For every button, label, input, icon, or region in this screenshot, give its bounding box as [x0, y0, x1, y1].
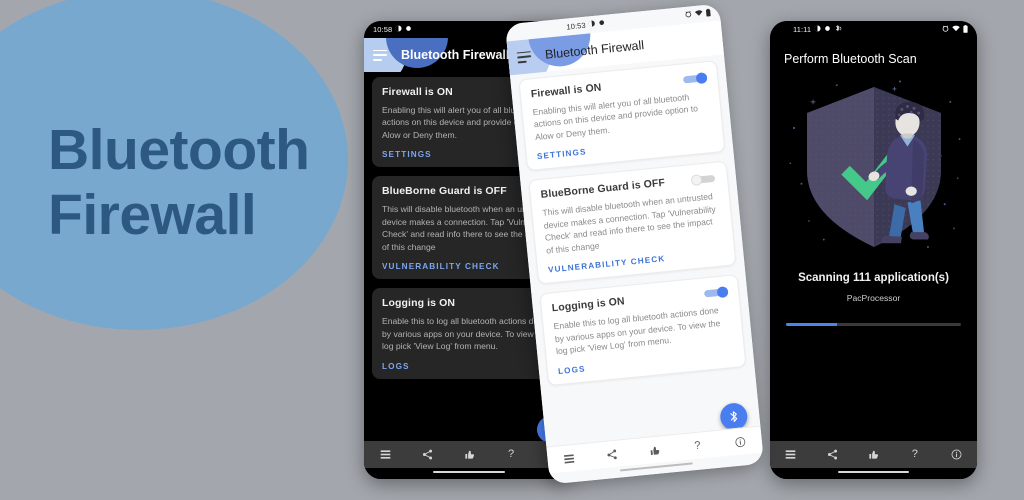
- phone-1-gesture-bar: [364, 467, 574, 477]
- thumbs-up-icon[interactable]: [644, 439, 666, 461]
- logging-card-title: Logging is ON: [382, 297, 456, 310]
- blueborne-guard-card-title: BlueBorne Guard is OFF: [382, 185, 507, 198]
- firewall-card-title: Firewall is ON: [382, 86, 453, 98]
- page-title: Perform Bluetooth Scan: [784, 52, 917, 66]
- do-not-disturb-icon: [814, 25, 821, 34]
- do-not-disturb-icon: [395, 25, 402, 34]
- dot-icon: [824, 25, 831, 34]
- list-icon[interactable]: [781, 445, 801, 465]
- battery-icon: [963, 24, 968, 35]
- dot-icon: [405, 25, 412, 34]
- blueborne-guard-card-body: This will disable bluetooth when an untr…: [542, 191, 717, 256]
- help-question-icon[interactable]: ?: [687, 435, 709, 457]
- phone-3-bottom-nav: ?: [770, 441, 977, 468]
- bluetooth-icon: [730, 411, 738, 423]
- wifi-icon: [694, 10, 703, 19]
- share-icon[interactable]: [822, 445, 842, 465]
- dot-icon: [598, 19, 606, 28]
- battery-icon: [705, 8, 711, 18]
- promo-screenshot-canvas: Bluetooth Firewall 10:58 Bluetooth Firew…: [0, 0, 1024, 500]
- blueborne-guard-toggle-switch[interactable]: [690, 173, 718, 187]
- phone-2-screen: 10:53 Bluetooth Firewall Firewall is ON …: [504, 3, 765, 485]
- logging-card-body: Enable this to log all bluetooth actions…: [382, 316, 549, 352]
- help-question-icon[interactable]: ?: [905, 445, 925, 465]
- firewall-card-title: Firewall is ON: [530, 81, 602, 101]
- list-icon[interactable]: [375, 445, 395, 465]
- scan-current-item: PacProcessor: [846, 293, 901, 303]
- alarm-icon: [942, 25, 949, 34]
- wifi-icon: [952, 25, 960, 34]
- do-not-disturb-icon: [588, 20, 596, 29]
- promo-headline: Bluetooth Firewall: [48, 118, 348, 248]
- phone-1-bottom-nav: ?: [364, 441, 574, 468]
- info-icon[interactable]: [946, 445, 966, 465]
- info-icon[interactable]: [729, 431, 751, 453]
- phone-mockup-3: 11:11 Perform Bluetooth Scan Scanning 11…: [770, 21, 977, 479]
- phone-2-card-list: Firewall is ON Enabling this will alert …: [510, 54, 754, 386]
- phone-3-gesture-bar: [770, 467, 977, 477]
- firewall-toggle-switch[interactable]: [681, 71, 708, 85]
- help-question-icon[interactable]: ?: [501, 445, 521, 465]
- app-bar-title: Bluetooth Firewall: [544, 38, 645, 62]
- status-bar-time: 10:53: [566, 20, 587, 32]
- share-icon[interactable]: [417, 445, 437, 465]
- scan-progress-bar: [786, 323, 961, 326]
- logs-link[interactable]: LOGS: [382, 362, 556, 371]
- phone-mockup-2: 10:53 Bluetooth Firewall Firewall is ON …: [504, 3, 765, 485]
- scan-progress-fill: [786, 323, 837, 326]
- thumbs-up-icon[interactable]: [863, 445, 883, 465]
- phone-mockup-2-wrapper: 10:53 Bluetooth Firewall Firewall is ON …: [504, 3, 765, 485]
- hamburger-menu-icon[interactable]: [373, 49, 387, 61]
- shield-checkmark-person-illustration: [781, 72, 967, 262]
- logging-toggle-switch[interactable]: [702, 285, 729, 299]
- logging-card[interactable]: Logging is ON Enable this to log all blu…: [539, 274, 747, 386]
- scan-status-text: Scanning 111 application(s): [798, 272, 949, 284]
- hamburger-menu-icon[interactable]: [516, 50, 532, 64]
- promo-headline-line-2: Firewall: [48, 182, 257, 247]
- promo-headline-line-1: Bluetooth: [48, 118, 310, 182]
- phone-3-status-bar: 11:11: [770, 21, 977, 38]
- app-bar-title: Bluetooth Firewall: [401, 48, 510, 62]
- firewall-card[interactable]: Firewall is ON Enabling this will alert …: [518, 60, 726, 172]
- alarm-icon: [685, 11, 693, 20]
- thumbs-up-icon[interactable]: [459, 445, 479, 465]
- bluetooth-audio-icon: [834, 25, 842, 34]
- status-bar-time: 10:58: [373, 25, 393, 34]
- status-bar-time: 11:11: [793, 25, 812, 34]
- phone-3-screen: 11:11 Perform Bluetooth Scan Scanning 11…: [770, 21, 977, 479]
- list-icon[interactable]: [558, 447, 580, 469]
- share-icon[interactable]: [601, 443, 623, 465]
- logging-card-title: Logging is ON: [551, 295, 626, 315]
- blueborne-guard-card[interactable]: BlueBorne Guard is OFF This will disable…: [528, 161, 737, 285]
